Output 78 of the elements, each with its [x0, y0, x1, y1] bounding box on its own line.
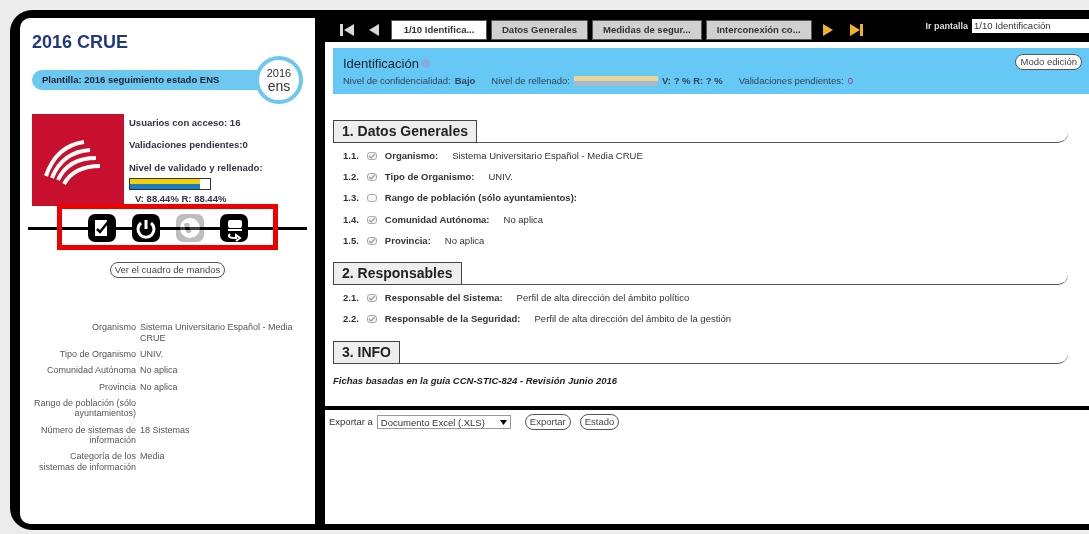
- item-label: Organismo:: [384, 148, 439, 163]
- field-value: Bajo: [454, 73, 476, 88]
- section-heading: 3. INFO: [333, 340, 400, 364]
- checkbox[interactable]: [366, 215, 377, 224]
- stat-text: Validaciones pendientes:0: [129, 138, 249, 153]
- tab[interactable]: Medidas de segur...: [592, 20, 702, 40]
- checkbox[interactable]: [366, 236, 377, 245]
- power-icon[interactable]: [130, 213, 161, 244]
- item-value: No aplica: [503, 212, 544, 227]
- tab[interactable]: Datos Generales: [491, 20, 588, 40]
- select-value: 1/10 Identificación: [974, 19, 1051, 33]
- info-note: Fichas basadas en la guía CCN-STIC-824 - Revisión Junio 2016: [333, 373, 619, 388]
- section-heading: 2. Responsables: [333, 262, 462, 285]
- logo-text: ens: [267, 78, 291, 93]
- detail-label: Provincia: [98, 381, 136, 393]
- checkbox[interactable]: [366, 194, 377, 203]
- page-title: 2016 CRUE: [32, 32, 130, 54]
- select-value: Documento Excel (.XLS): [380, 415, 485, 428]
- progress-reading: V: 88.44% R: 88.44%: [134, 191, 228, 206]
- field-label: Validaciones pendientes:: [738, 73, 844, 88]
- detail-label: Categoría de los sistemas de información: [37, 451, 136, 473]
- detail-label: Número de sistemas de información: [39, 424, 136, 446]
- item-number: 2.2.: [343, 312, 359, 327]
- section-title: Identificación: [343, 55, 419, 73]
- detail-label: Rango de población (sólo ayuntamientos): [32, 398, 136, 419]
- checkbox[interactable]: [366, 294, 377, 303]
- item-label: Responsable de la Seguridad:: [384, 312, 521, 327]
- detail-value: No aplica: [140, 365, 179, 376]
- checkbox[interactable]: [366, 151, 377, 160]
- screen-select[interactable]: 1/10 Identificación: [972, 19, 1089, 33]
- export-button[interactable]: Exportar: [524, 413, 571, 430]
- detail-value: 18 Sistemas: [140, 424, 191, 437]
- field-label: Nivel de confidencialidad:: [343, 73, 451, 88]
- item-label: Provincia:: [384, 233, 431, 248]
- item-value: Perfil de alta dirección del ámbito de la gestión: [534, 312, 731, 327]
- detail-label: Tipo de Organismo: [58, 349, 136, 360]
- detail-value: No aplica: [140, 381, 179, 393]
- detail-label: Organismo: [91, 322, 136, 335]
- detail-value: Media: [140, 451, 166, 464]
- item-value: UNIV.: [488, 170, 513, 184]
- format-select[interactable]: Documento Excel (.XLS): [376, 414, 511, 429]
- item-value: Sistema Universitario Español - Media CRUE: [452, 148, 643, 163]
- goto-label: Ir pantalla: [925, 20, 968, 33]
- detail-label: Comunidad Autónoma: [45, 365, 136, 376]
- logo-text: 2016: [266, 66, 292, 79]
- dashboard-button[interactable]: Ver el cuadro de mandos: [109, 262, 226, 279]
- fill-reading: V: ? % R: ? %: [662, 73, 723, 88]
- item-label: Rango de población (sólo ayuntamientos):: [384, 191, 577, 206]
- section-heading: 1. Datos Generales: [333, 119, 478, 143]
- pending-count: 0: [847, 73, 853, 88]
- item-label: Responsable del Sistema:: [384, 291, 503, 305]
- checkbox[interactable]: [366, 315, 377, 324]
- item-number: 2.1.: [343, 291, 359, 305]
- tab[interactable]: Interconexión co...: [705, 20, 812, 40]
- stat-text: Usuarios con acceso: 16: [129, 116, 242, 131]
- item-number: 1.3.: [343, 191, 359, 206]
- last-icon[interactable]: [847, 22, 864, 38]
- edit-mode-button[interactable]: Modo edición: [1015, 54, 1082, 71]
- item-value: Perfil de alta dirección del ámbito político: [516, 291, 690, 305]
- tab[interactable]: 1/10 Identifica...: [391, 20, 487, 40]
- item-number: 1.5.: [343, 233, 359, 248]
- detail-value: Sistema Universitario Español - Media CRUE: [140, 322, 294, 344]
- detail-value: UNIV.: [140, 349, 165, 360]
- server-icon[interactable]: [218, 213, 249, 244]
- item-value: No aplica: [444, 233, 485, 248]
- item-label: Comunidad Autónoma:: [384, 212, 490, 227]
- field-label: Nivel de rellenado:: [491, 73, 570, 88]
- info-icon: [421, 59, 431, 69]
- dropdown-icon: [499, 419, 507, 425]
- checkbox[interactable]: [366, 173, 377, 182]
- item-label: Tipo de Organismo:: [384, 170, 475, 184]
- item-number: 1.4.: [343, 212, 359, 227]
- item-number: 1.2.: [343, 170, 359, 184]
- item-number: 1.1.: [343, 148, 359, 163]
- progress-label: Nivel de validado y rellenado:: [129, 160, 263, 175]
- checklist-icon[interactable]: [86, 213, 117, 244]
- export-button[interactable]: Estado: [579, 413, 620, 430]
- export-label: Exportar a: [329, 414, 373, 429]
